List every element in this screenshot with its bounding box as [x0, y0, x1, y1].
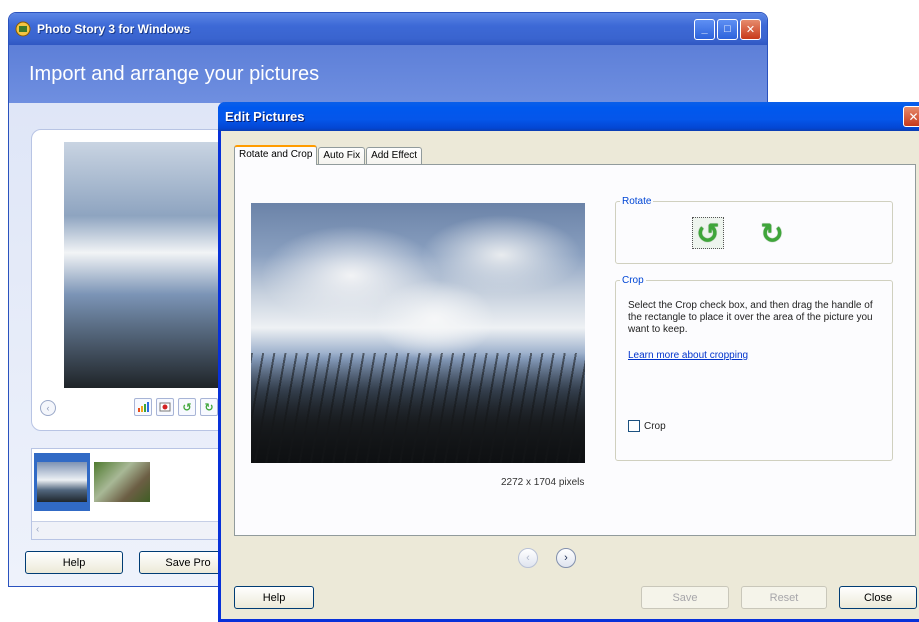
thumbnail-1-image [37, 462, 87, 502]
red-eye-glyph [159, 402, 171, 412]
chevron-left-icon: ‹ [526, 552, 530, 564]
filmstrip-thumbnail-2[interactable] [94, 453, 150, 511]
dialog-help-button[interactable]: Help [234, 586, 314, 609]
tab-strip: Rotate and Crop Auto Fix Add Effect [234, 145, 423, 165]
chevron-right-icon: › [564, 552, 568, 564]
picture-dimensions: 2272 x 1704 pixels [501, 477, 585, 488]
bg-close-button[interactable]: ✕ [740, 18, 761, 40]
tab-add-effect[interactable]: Add Effect [366, 147, 423, 165]
maximize-icon: □ [724, 23, 731, 35]
edit-pictures-dialog: Edit Pictures ✕ Rotate and Crop Auto Fix… [218, 102, 919, 622]
dialog-close-button[interactable]: ✕ [903, 106, 919, 127]
tab-rotate-and-crop[interactable]: Rotate and Crop [234, 145, 318, 165]
photo-story-app-icon [15, 21, 31, 37]
thumbnail-2-image [94, 462, 150, 502]
edit-pictures-titlebar[interactable]: Edit Pictures ✕ [218, 102, 919, 131]
previous-picture-button[interactable]: ‹ [518, 548, 538, 568]
tab-auto-fix[interactable]: Auto Fix [318, 147, 366, 165]
photo-story-titlebar[interactable]: Photo Story 3 for Windows _ □ ✕ [9, 13, 767, 45]
crop-description: Select the Crop check box, and then drag… [628, 300, 873, 335]
bg-prev-glyph: ‹ [46, 403, 50, 413]
close-icon: ✕ [745, 23, 756, 36]
crop-checkbox[interactable] [628, 420, 640, 432]
picture-preview [251, 203, 585, 463]
next-picture-button[interactable]: › [556, 548, 576, 568]
filmstrip-thumbnail-1[interactable] [34, 453, 90, 511]
levels-icon[interactable] [134, 398, 152, 416]
close-button[interactable]: Close [839, 586, 917, 609]
crop-legend: Crop [622, 275, 644, 286]
levels-glyph [138, 402, 149, 412]
bg-page-header: Import and arrange your pictures [9, 45, 767, 103]
minimize-button[interactable]: _ [694, 18, 715, 40]
close-icon: ✕ [908, 109, 919, 124]
bg-rotate-right-icon[interactable]: ↻ [200, 398, 218, 416]
rotate-legend: Rotate [622, 196, 652, 207]
bg-prev-arrow-icon[interactable]: ‹ [40, 400, 56, 416]
reset-button[interactable]: Reset [741, 586, 827, 609]
save-button[interactable]: Save [641, 586, 729, 609]
crop-checkbox-row[interactable]: Crop [628, 420, 666, 432]
rotate-group: Rotate ↺ ↻ [615, 196, 893, 264]
bg-help-button[interactable]: Help [25, 551, 123, 574]
red-eye-icon[interactable] [156, 398, 174, 416]
dialog-title: Edit Pictures [225, 109, 305, 124]
bg-rotate-left-icon[interactable]: ↺ [178, 398, 196, 416]
picture-trees-silhouette [251, 353, 585, 463]
minimize-icon: _ [701, 23, 708, 35]
photo-story-title: Photo Story 3 for Windows [37, 22, 191, 36]
learn-more-cropping-link[interactable]: Learn more about cropping [628, 350, 748, 361]
crop-group: Crop Select the Crop check box, and then… [615, 275, 893, 461]
rotate-counterclockwise-icon[interactable]: ↺ [692, 217, 724, 249]
scroll-left-icon[interactable]: ‹ [36, 524, 39, 535]
maximize-button[interactable]: □ [717, 18, 738, 40]
crop-checkbox-label[interactable]: Crop [644, 421, 666, 432]
rotate-and-crop-panel: 2272 x 1704 pixels Rotate ↺ ↻ Crop Selec… [234, 164, 916, 536]
rotate-clockwise-icon[interactable]: ↻ [756, 217, 788, 249]
